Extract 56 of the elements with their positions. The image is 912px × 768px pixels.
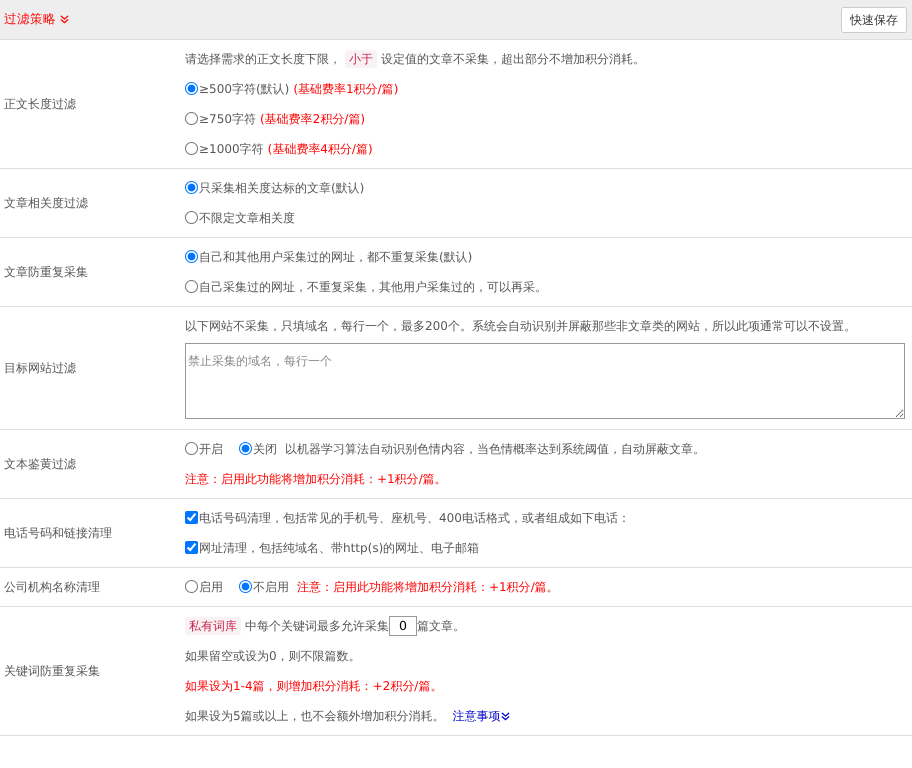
radio-button[interactable] [185, 181, 198, 194]
radio-button[interactable] [185, 142, 198, 155]
warning-text: 如果设为1-4篇，则增加积分消耗：+2积分/篇。 [185, 679, 442, 693]
radio-button[interactable] [185, 82, 198, 95]
keyword-tag: 小于 [345, 50, 377, 68]
setting-label: 关键词防重复采集 [4, 664, 100, 678]
rate-note: (基础费率4积分/篇) [268, 142, 373, 156]
option-label[interactable]: 网址清理，包括纯域名、带http(s)的网址、电子邮箱 [199, 541, 480, 555]
description-text: 如果留空或设为0，则不限篇数。 [185, 649, 361, 663]
option-label[interactable]: 开启 [199, 442, 223, 456]
notes-link[interactable]: 注意事项 [452, 701, 510, 731]
option-label[interactable]: ≥1000字符 [199, 142, 264, 156]
description-text: 以机器学习算法自动识别色情内容，当色情概率达到系统阈值，自动屏蔽文章。 [285, 442, 705, 456]
option-label[interactable]: 启用 [199, 580, 223, 594]
double-chevron-icon [500, 712, 510, 720]
radio-button[interactable] [185, 442, 198, 455]
option-label[interactable]: 自己和其他用户采集过的网址，都不重复采集(默认) [199, 250, 472, 264]
option-label[interactable]: 电话号码清理，包括常见的手机号、座机号、400电话格式，或者组成如下电话： [199, 511, 630, 525]
description-text: 中每个关键词最多允许采集 [245, 619, 389, 633]
setting-label: 文本鉴黄过滤 [4, 457, 76, 471]
radio-button[interactable] [239, 442, 252, 455]
double-chevron-icon [60, 15, 69, 24]
checkbox[interactable] [185, 511, 198, 524]
count-input-field[interactable]: 0 [389, 616, 417, 636]
option-label[interactable]: 关闭 [253, 442, 277, 456]
description-text: 以下网站不采集，只填域名，每行一个，最多200个。系统会自动识别并屏蔽那些非文章类的网站，所以此项通常可以不设置。 [185, 319, 856, 333]
radio-button[interactable] [239, 580, 252, 593]
setting-label: 正文长度过滤 [4, 97, 76, 111]
description-text: 设定值的文章不采集，超出部分不增加积分消耗。 [381, 52, 645, 66]
radio-button[interactable] [185, 211, 198, 224]
setting-label: 文章相关度过滤 [4, 196, 88, 210]
setting-label: 目标网站过滤 [4, 361, 76, 375]
domain-input-field[interactable]: 禁止采集的域名，每行一个 [185, 343, 905, 419]
warning-text: 注意：启用此功能将增加积分消耗：+1积分/篇。 [297, 580, 559, 594]
rate-note: (基础费率2积分/篇) [260, 112, 366, 126]
setting-label: 公司机构名称清理 [4, 580, 100, 594]
radio-button[interactable] [185, 580, 198, 593]
option-label[interactable]: 只采集相关度达标的文章(默认) [199, 181, 364, 195]
setting-label: 电话号码和链接清理 [4, 526, 112, 540]
setting-label: 文章防重复采集 [4, 265, 88, 279]
radio-button[interactable] [185, 112, 198, 125]
option-label[interactable]: 不限定文章相关度 [199, 211, 295, 225]
option-label[interactable]: 自己采集过的网址，不重复采集，其他用户采集过的，可以再采。 [199, 280, 547, 294]
description-text: 请选择需求的正文长度下限， [185, 52, 341, 66]
option-label[interactable]: ≥500字符(默认) [199, 82, 290, 96]
warning-text: 注意：启用此功能将增加积分消耗：+1积分/篇。 [185, 472, 447, 486]
keyword-tag: 私有词库 [185, 617, 241, 635]
option-label[interactable]: 不启用 [253, 580, 289, 594]
radio-button[interactable] [185, 280, 198, 293]
option-label[interactable]: ≥750字符 [199, 112, 256, 126]
radio-button[interactable] [185, 250, 198, 263]
rate-note: (基础费率1积分/篇) [293, 82, 398, 96]
checkbox[interactable] [185, 541, 198, 554]
description-text: 篇文章。 [417, 619, 465, 633]
quick-save-button[interactable]: 快速保存 [841, 6, 907, 32]
description-text: 如果设为5篇或以上，也不会额外增加积分消耗。 [185, 709, 445, 723]
